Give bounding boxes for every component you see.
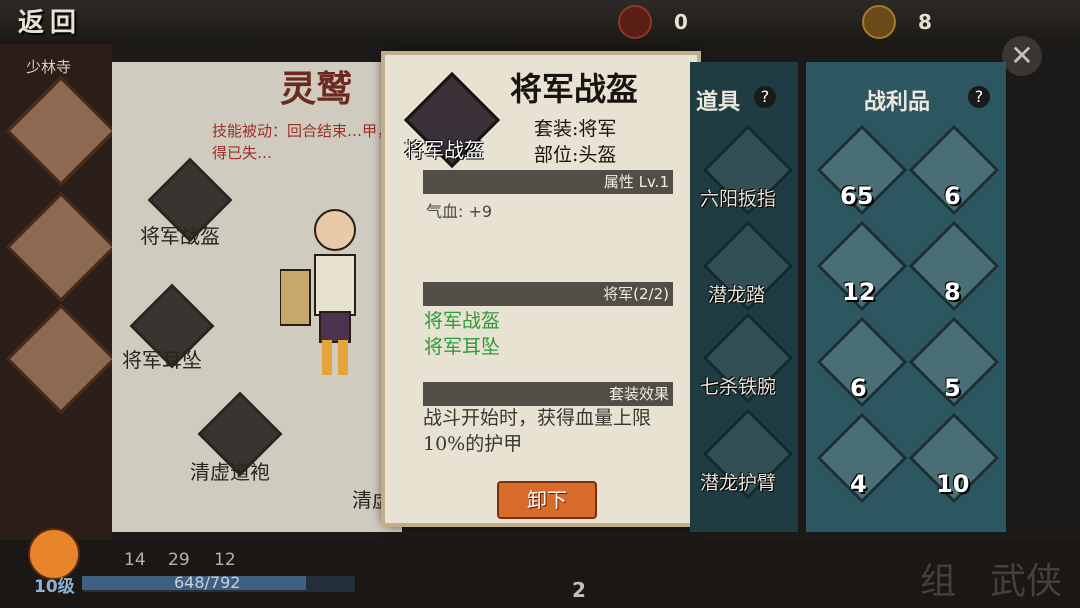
red-gem-icon: [618, 5, 652, 39]
coin-value: 8: [918, 10, 932, 34]
equip-label-robe: 清虚道袍: [190, 460, 270, 484]
player-stat-3: 12: [214, 550, 236, 570]
tool-label-2: 潜龙踏: [708, 284, 766, 306]
team-label[interactable]: 组: [920, 552, 956, 604]
hero-figure: [280, 209, 356, 375]
part-line: 部位:头盔: [534, 144, 617, 166]
bottom-bar: [0, 540, 1080, 608]
red-gem-value: 0: [674, 10, 688, 34]
unequip-button[interactable]: 卸下: [497, 481, 597, 519]
set-line: 套装:将军: [534, 118, 617, 140]
equip-label-earring: 将军耳坠: [122, 348, 202, 372]
loot-count-7: 4: [850, 470, 867, 498]
tool-label-3: 七杀铁腕: [700, 376, 777, 398]
loot-count-4: 8: [944, 278, 961, 306]
bottom-count: 2: [572, 578, 586, 602]
loot-help-icon[interactable]: ?: [968, 86, 990, 108]
set-header: 将军(2/2): [423, 282, 673, 306]
location-label: 少林寺: [26, 58, 72, 76]
close-icon[interactable]: ✕: [1002, 36, 1042, 76]
set-item-2: 将军耳坠: [424, 336, 501, 358]
loot-count-5: 6: [850, 374, 867, 402]
effect-text: 战斗开始时，获得血量上限10%的护甲: [423, 407, 652, 455]
loot-count-8: 10: [936, 470, 970, 498]
skill-text: 技能被动：回合结束…甲，获得已失…: [212, 122, 408, 162]
loot-count-6: 5: [944, 374, 961, 402]
stat-health: 气血: +9: [426, 202, 493, 221]
loot-header: 战利品: [864, 89, 931, 115]
tools-header: 道具: [696, 89, 741, 115]
wuxia-label[interactable]: 武侠: [990, 552, 1062, 604]
xp-text: 648/792: [174, 573, 241, 592]
back-button[interactable]: 返回: [18, 2, 82, 39]
equip-label-helmet: 将军战盔: [140, 224, 220, 248]
player-stat-2: 29: [168, 550, 190, 570]
character-name: 灵鹫: [280, 68, 353, 110]
effect-header: 套装效果: [423, 382, 673, 406]
coin-counter: 8: [862, 4, 932, 40]
loot-count-3: 12: [842, 278, 876, 306]
loot-count-1: 65: [840, 182, 874, 210]
player-level: 10级: [34, 577, 75, 597]
tools-help-icon[interactable]: ?: [754, 86, 776, 108]
tool-label-1: 六阳扳指: [700, 188, 777, 210]
loot-count-2: 6: [944, 182, 961, 210]
popup-title: 将军战盔: [510, 70, 639, 108]
coin-icon: [862, 5, 896, 39]
tool-label-4: 潜龙护臂: [700, 472, 777, 494]
set-item-1: 将军战盔: [424, 310, 501, 332]
attr-header: 属性 Lv.1: [423, 170, 673, 194]
popup-icon-label: 将军战盔: [404, 138, 484, 162]
player-stat-1: 14: [124, 550, 146, 570]
red-gem-counter: 0: [618, 4, 688, 40]
